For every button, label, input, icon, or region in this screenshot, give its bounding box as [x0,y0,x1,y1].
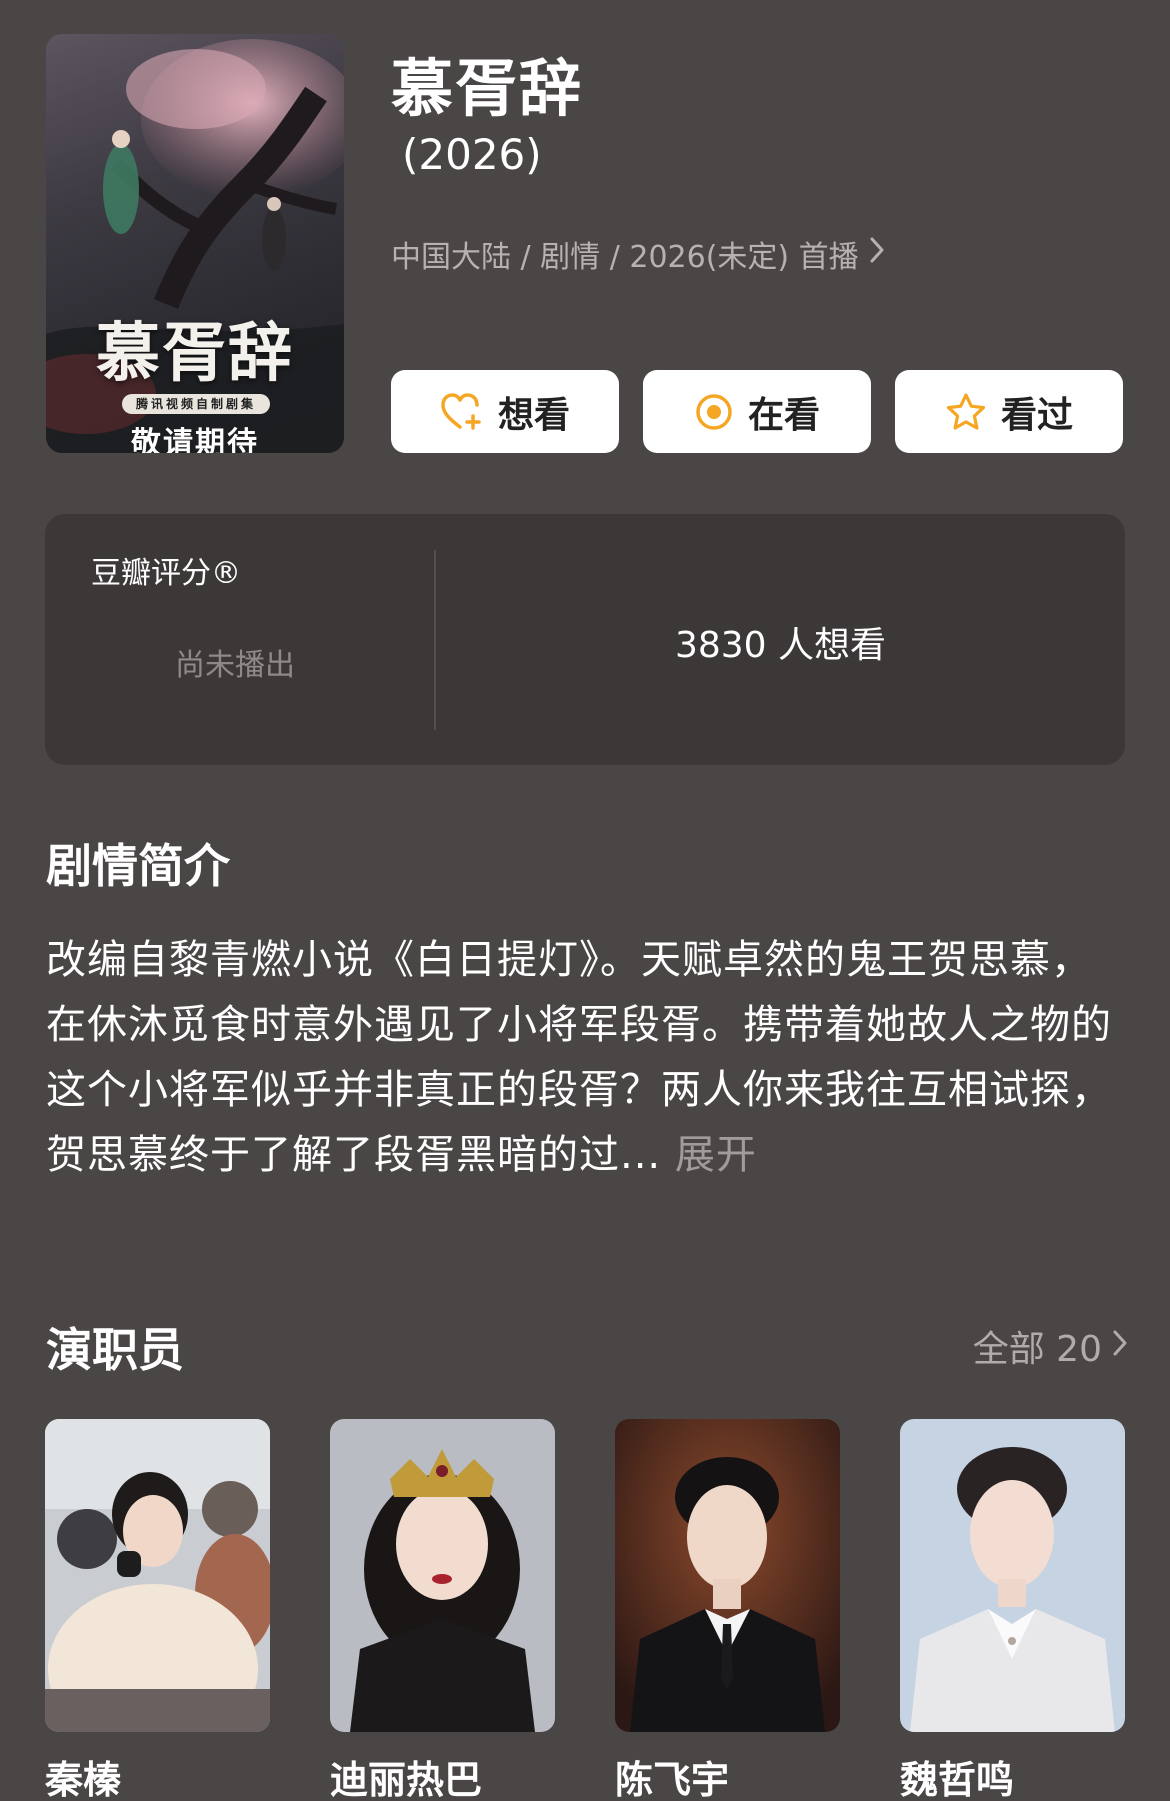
chevron-right-icon [869,236,885,272]
synopsis-text-block: 改编自黎青燃小说《白日提灯》。天赋卓然的鬼王贺思慕，在休沐觅食时意外遇见了小将军… [46,928,1126,1188]
cast-member[interactable]: 迪丽热巴 [330,1419,555,1801]
action-buttons: 想看 在看 看过 [391,370,1123,453]
poster-badge: 腾讯视频自制剧集 [122,394,270,414]
cast-name: 魏哲鸣 [900,1758,1015,1801]
movie-detail-page: 慕胥辞 腾讯视频自制剧集 敬请期待 慕胥辞 (2026) 中国大陆 / 剧情 /… [0,0,1170,1801]
synopsis-text: 改编自黎青燃小说《白日提灯》。天赋卓然的鬼王贺思慕，在休沐觅食时意外遇见了小将军… [46,937,1112,1178]
cast-photo [45,1419,270,1732]
cast-name: 迪丽热巴 [330,1758,483,1801]
poster-image[interactable]: 慕胥辞 腾讯视频自制剧集 敬请期待 [46,34,344,453]
watched-button[interactable]: 看过 [895,370,1123,453]
watching-button[interactable]: 在看 [643,370,871,453]
cast-photo [615,1419,840,1732]
heart-plus-icon [440,392,484,432]
cast-member[interactable]: 陈飞宇 [615,1419,840,1801]
rating-card: 豆瓣评分® 尚未播出 3830 人想看 [45,514,1125,765]
chevron-right-icon [1112,1326,1128,1367]
synopsis-heading: 剧情简介 [46,839,230,893]
cast-heading: 演职员 [46,1323,184,1377]
watched-label: 看过 [1000,394,1073,436]
want-to-watch-label: 想看 [497,394,570,436]
poster-tagline: 敬请期待 [131,426,259,453]
cast-all-link[interactable]: 全部 20 [973,1320,1128,1372]
cast-photo [330,1419,555,1732]
circle-dot-icon [694,392,734,432]
rating-status: 尚未播出 [175,648,295,683]
show-meta-link[interactable]: 中国大陆 / 剧情 / 2026(未定) 首播 [391,232,885,276]
cast-name: 秦榛 [45,1758,122,1801]
show-title: 慕胥辞 [391,52,584,125]
expand-link[interactable]: 展开 [675,1132,757,1178]
show-meta-text: 中国大陆 / 剧情 / 2026(未定) 首播 [391,240,859,275]
cast-member[interactable]: 魏哲鸣 [900,1419,1125,1801]
watching-label: 在看 [747,394,820,436]
cast-name: 陈飞宇 [615,1758,730,1801]
cast-member[interactable]: 秦榛 [45,1419,270,1801]
want-count: 3830 人想看 [674,625,887,666]
poster-title: 慕胥辞 [96,316,294,391]
cast-all-label: 全部 20 [972,1329,1102,1370]
star-icon [945,392,987,432]
rating-label: 豆瓣评分® [91,556,241,591]
show-year: (2026) [402,130,542,179]
cast-photo [900,1419,1125,1732]
want-to-watch-button[interactable]: 想看 [391,370,619,453]
